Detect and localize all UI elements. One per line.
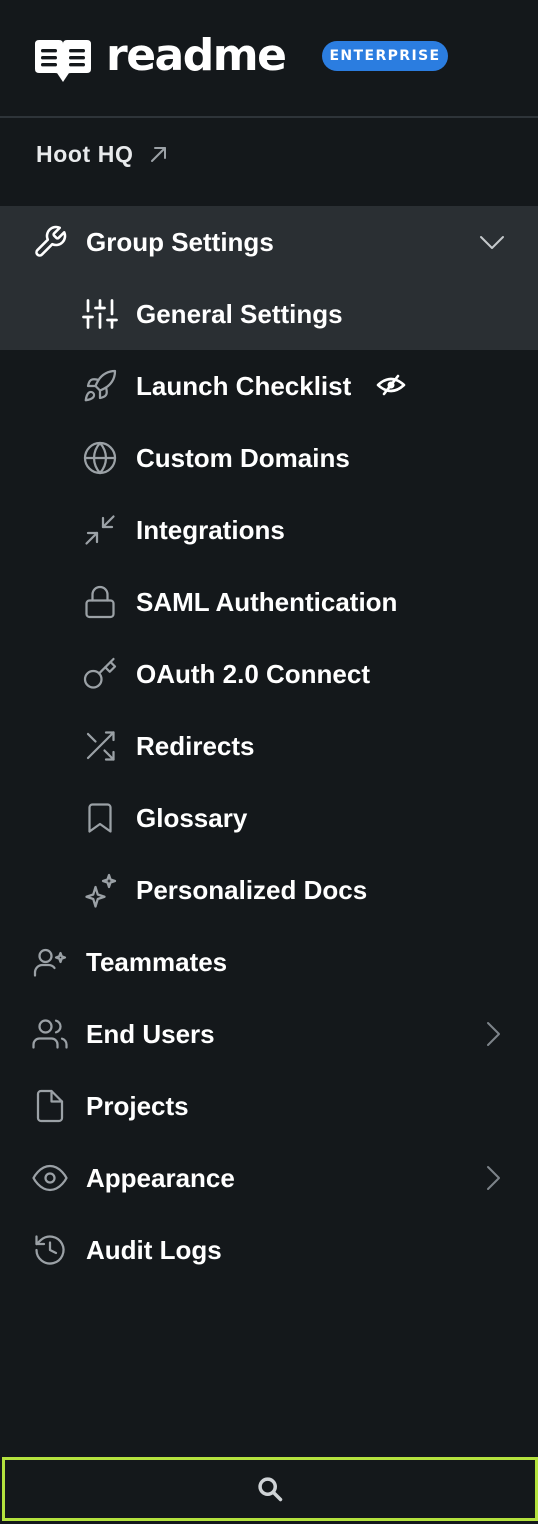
nav-label: Glossary <box>136 803 248 833</box>
external-arrow-icon <box>151 147 167 162</box>
nav-label: Redirects <box>136 731 255 761</box>
workspace-link[interactable]: Hoot HQ <box>36 134 169 174</box>
search-icon <box>258 1477 283 1502</box>
search-button[interactable] <box>2 1457 538 1521</box>
nav-teammates[interactable]: Teammates <box>0 926 538 998</box>
users-icon <box>32 1019 68 1049</box>
history-icon <box>35 1235 65 1265</box>
nav-label: Launch Checklist <box>136 371 352 401</box>
nav-label: Personalized Docs <box>136 875 368 905</box>
nav-label: Group Settings <box>86 227 274 257</box>
sparkles-icon <box>85 873 117 908</box>
key-icon <box>83 657 117 689</box>
brand-name: readme <box>106 30 287 81</box>
enterprise-badge: ENTERPRISE <box>322 41 448 71</box>
user-star-icon <box>33 948 67 977</box>
nav-label: SAML Authentication <box>136 587 398 617</box>
logo-bar: readme ENTERPRISE <box>0 0 538 116</box>
nav-appearance[interactable]: Appearance <box>0 1142 538 1214</box>
nav-projects[interactable]: Projects <box>0 1070 538 1142</box>
eye-off-icon <box>376 374 406 396</box>
nav-label: Projects <box>86 1091 189 1121</box>
nav-label: General Settings <box>136 299 343 329</box>
header-divider <box>0 116 538 118</box>
rocket-icon <box>84 369 117 402</box>
nav-label: Integrations <box>136 515 285 545</box>
nav-general-settings[interactable]: General Settings <box>0 278 538 350</box>
eye-icon <box>32 1164 68 1192</box>
bookmark-icon <box>88 803 112 833</box>
nav-group-settings[interactable]: Group Settings <box>0 206 538 278</box>
nav-custom-domains[interactable]: Custom Domains <box>0 422 538 494</box>
globe-icon <box>83 441 117 475</box>
sliders-icon <box>82 299 118 329</box>
readme-logo-icon[interactable] <box>33 40 93 84</box>
shuffle-icon <box>86 731 115 761</box>
nav-glossary[interactable]: Glossary <box>0 782 538 854</box>
nav-label: Teammates <box>86 947 228 977</box>
nav-integrations[interactable]: Integrations <box>0 494 538 566</box>
wrench-icon <box>35 225 67 257</box>
nav-personalized-docs[interactable]: Personalized Docs <box>0 854 538 926</box>
nav-saml-authentication[interactable]: SAML Authentication <box>0 566 538 638</box>
nav-redirects[interactable]: Redirects <box>0 710 538 782</box>
nav-end-users[interactable]: End Users <box>0 998 538 1070</box>
workspace-label: Hoot HQ <box>36 140 134 167</box>
nav-label: Audit Logs <box>86 1235 222 1265</box>
lock-icon <box>85 585 115 619</box>
chevron-right-icon <box>487 1022 500 1046</box>
nav-audit-logs[interactable]: Audit Logs <box>0 1214 538 1286</box>
nav-label: Custom Domains <box>136 443 350 473</box>
chevron-right-icon <box>487 1166 500 1190</box>
nav-label: End Users <box>86 1019 215 1049</box>
nav-launch-checklist[interactable]: Launch Checklist <box>0 350 538 422</box>
nav-label: Appearance <box>86 1163 235 1193</box>
arrows-in-icon <box>85 515 115 545</box>
chevron-down-icon <box>480 236 504 249</box>
file-icon <box>36 1089 64 1123</box>
nav-label: OAuth 2.0 Connect <box>136 659 371 689</box>
nav-oauth-connect[interactable]: OAuth 2.0 Connect <box>0 638 538 710</box>
